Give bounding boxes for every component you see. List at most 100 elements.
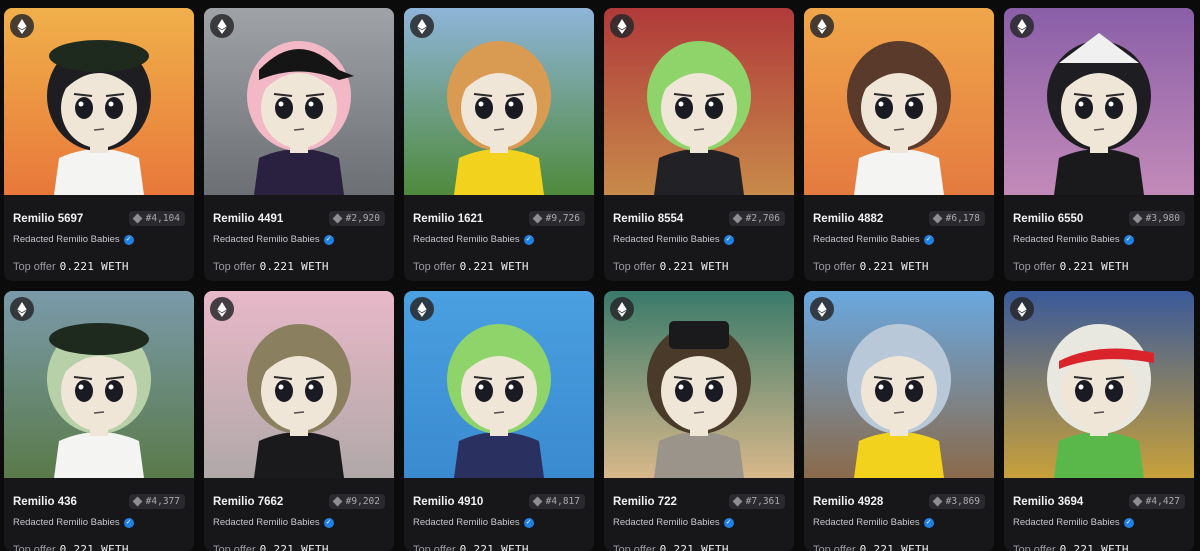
nft-name[interactable]: Remilio 4910 [413,496,483,508]
top-offer-label: Top offer [13,544,56,551]
verified-check-icon: ✓ [123,517,134,528]
collection-link[interactable]: Redacted Remilio Babies ✓ [613,234,785,245]
right-eye-shine [508,101,514,107]
right-eye [905,380,923,402]
rarity-rank-value: #4,427 [1145,496,1180,507]
right-eye [705,380,723,402]
nft-image[interactable] [1004,291,1194,478]
nft-card[interactable]: Remilio 722 #7,361 Redacted Remilio Babi… [604,291,794,551]
collection-link[interactable]: Redacted Remilio Babies ✓ [1013,517,1185,528]
nft-name[interactable]: Remilio 7662 [213,496,283,508]
nft-card[interactable]: Remilio 436 #4,377 Redacted Remilio Babi… [4,291,194,551]
nft-card[interactable]: Remilio 4491 #2,920 Redacted Remilio Bab… [204,8,394,281]
collection-link[interactable]: Redacted Remilio Babies ✓ [413,234,585,245]
right-eye [305,97,323,119]
left-eye [1075,380,1093,402]
collection-link[interactable]: Redacted Remilio Babies ✓ [13,517,185,528]
nft-card[interactable]: Remilio 1621 #9,726 Redacted Remilio Bab… [404,8,594,281]
nft-card[interactable]: Remilio 6550 #3,980 Redacted Remilio Bab… [1004,8,1194,281]
nft-image[interactable] [1004,8,1194,195]
left-eye [75,97,93,119]
nft-card[interactable]: Remilio 4882 #6,178 Redacted Remilio Bab… [804,8,994,281]
collection-link[interactable]: Redacted Remilio Babies ✓ [813,517,985,528]
rarity-rank-badge: #4,427 [1128,494,1185,509]
left-eye-shine [878,101,884,107]
vr-headset [669,321,729,349]
nft-name[interactable]: Remilio 1621 [413,213,483,225]
top-offer: Top offer 0.221 WETH [13,543,185,551]
ethereum-icon [10,14,34,38]
shirt [454,432,544,478]
collection-name: Redacted Remilio Babies [13,517,120,528]
nft-image[interactable] [404,291,594,478]
collection-link[interactable]: Redacted Remilio Babies ✓ [613,517,785,528]
top-offer-value: 0.221 WETH [59,260,129,273]
rarity-diamond-icon [932,213,943,224]
nft-image[interactable] [204,291,394,478]
collection-name: Redacted Remilio Babies [413,517,520,528]
top-offer-label: Top offer [1013,261,1056,273]
nft-name[interactable]: Remilio 722 [613,496,677,508]
collection-link[interactable]: Redacted Remilio Babies ✓ [213,234,385,245]
collection-link[interactable]: Redacted Remilio Babies ✓ [813,234,985,245]
top-offer-label: Top offer [1013,544,1056,551]
collection-name: Redacted Remilio Babies [813,517,920,528]
rarity-diamond-icon [132,496,143,507]
top-offer-value: 0.221 WETH [259,260,329,273]
left-eye-shine [1078,101,1084,107]
nft-name[interactable]: Remilio 4928 [813,496,883,508]
nft-name[interactable]: Remilio 8554 [613,213,683,225]
nft-card[interactable]: Remilio 8554 #2,706 Redacted Remilio Bab… [604,8,794,281]
rarity-diamond-icon [332,496,343,507]
verified-check-icon: ✓ [923,234,934,245]
collection-link[interactable]: Redacted Remilio Babies ✓ [1013,234,1185,245]
nft-image[interactable] [4,291,194,478]
collection-link[interactable]: Redacted Remilio Babies ✓ [413,517,585,528]
nft-image[interactable] [204,8,394,195]
nft-image[interactable] [804,291,994,478]
nft-name[interactable]: Remilio 3694 [1013,496,1083,508]
nft-image[interactable] [604,8,794,195]
nft-name[interactable]: Remilio 436 [13,496,77,508]
top-offer-label: Top offer [813,261,856,273]
nft-card[interactable]: Remilio 5697 #4,104 Redacted Remilio Bab… [4,8,194,281]
rarity-rank-value: #2,706 [745,213,780,224]
top-offer-label: Top offer [413,544,456,551]
left-eye [875,380,893,402]
nft-image[interactable] [404,8,594,195]
nft-artwork [404,291,594,478]
nft-card[interactable]: Remilio 7662 #9,202 Redacted Remilio Bab… [204,291,394,551]
right-eye-shine [708,384,714,390]
verified-check-icon: ✓ [1123,234,1134,245]
nft-image[interactable] [604,291,794,478]
mouth [93,128,105,131]
mouth [493,128,505,131]
shirt [854,149,944,195]
nft-name[interactable]: Remilio 6550 [1013,213,1083,225]
top-offer-value: 0.221 WETH [59,543,129,551]
nft-card[interactable]: Remilio 4910 #4,817 Redacted Remilio Bab… [404,291,594,551]
left-eye [475,97,493,119]
nft-image[interactable] [4,8,194,195]
nft-name[interactable]: Remilio 5697 [13,213,83,225]
rarity-rank-badge: #7,361 [728,494,785,509]
top-offer-value: 0.221 WETH [259,543,329,551]
collection-link[interactable]: Redacted Remilio Babies ✓ [13,234,185,245]
nft-card[interactable]: Remilio 3694 #4,427 Redacted Remilio Bab… [1004,291,1194,551]
nft-image[interactable] [804,8,994,195]
nft-card[interactable]: Remilio 4928 #3,869 Redacted Remilio Bab… [804,291,994,551]
nft-artwork [1004,8,1194,195]
shirt [254,149,344,195]
top-offer: Top offer 0.221 WETH [1013,260,1185,273]
right-eye-shine [308,101,314,107]
rarity-rank-badge: #3,869 [928,494,985,509]
nft-name[interactable]: Remilio 4882 [813,213,883,225]
left-eye [75,380,93,402]
collection-link[interactable]: Redacted Remilio Babies ✓ [213,517,385,528]
top-offer: Top offer 0.221 WETH [413,543,585,551]
nft-name[interactable]: Remilio 4491 [213,213,283,225]
rarity-rank-badge: #4,377 [128,494,185,509]
left-eye-shine [78,101,84,107]
mouth [293,411,305,414]
ethereum-icon [810,14,834,38]
